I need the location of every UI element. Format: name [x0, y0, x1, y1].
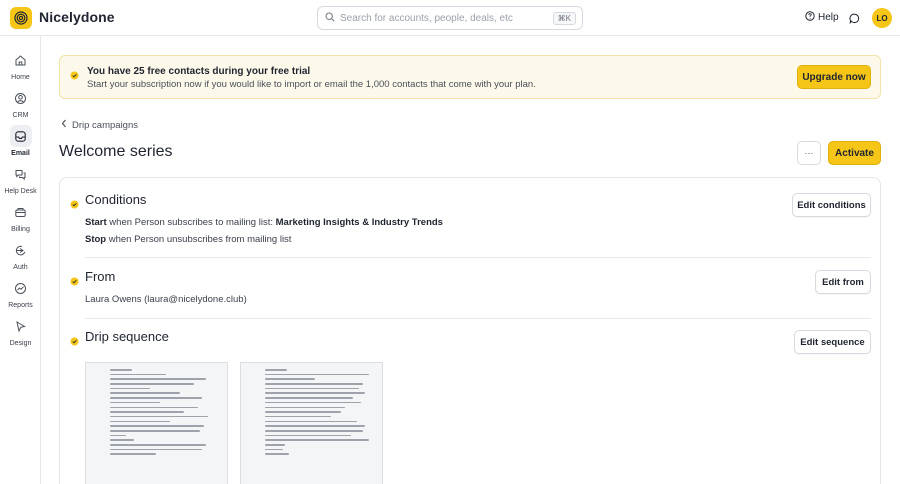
- avatar[interactable]: LO: [872, 8, 892, 28]
- upgrade-now-button[interactable]: Upgrade now: [797, 65, 871, 89]
- sidebar-item-reports[interactable]: Reports: [0, 277, 41, 309]
- search-shortcut-badge: ⌘K: [552, 12, 576, 25]
- sidebar-item-label: Design: [9, 340, 32, 347]
- banner-subtitle: Start your subscription now if you would…: [87, 79, 536, 90]
- sidebar-item-label: Reports: [8, 302, 33, 309]
- sidebar-item-label: CRM: [12, 112, 29, 119]
- check-circle-icon: [70, 196, 79, 214]
- info-dot-icon: [70, 67, 79, 85]
- activate-button[interactable]: Activate: [828, 141, 881, 165]
- breadcrumb-link[interactable]: Drip campaigns: [72, 120, 138, 131]
- email-preview-text-lines: [86, 363, 227, 455]
- help-desk-icon: [10, 163, 32, 185]
- start-condition-text: when Person subscribes to mailing list:: [106, 217, 276, 228]
- stop-condition-text: when Person unsubscribes from mailing li…: [106, 234, 292, 245]
- sidebar-item-email[interactable]: Email: [0, 125, 41, 157]
- spiral-logo-icon[interactable]: [10, 7, 32, 29]
- sidebar-item-design[interactable]: Design: [0, 315, 41, 347]
- section-divider: [85, 257, 871, 258]
- check-circle-icon: [70, 273, 79, 291]
- mail-icon: [9, 125, 32, 147]
- sidebar-item-label: Email: [11, 150, 30, 157]
- start-keyword: Start: [85, 217, 107, 228]
- help-label: Help: [818, 12, 839, 23]
- sidebar-item-auth[interactable]: Auth: [0, 239, 41, 271]
- sidebar-item-label: Auth: [13, 264, 28, 271]
- sidebar-item-billing[interactable]: Billing: [0, 201, 41, 233]
- from-title: From: [85, 269, 116, 284]
- section-divider: [85, 318, 871, 319]
- top-bar: Nicelydone ⌘K Help LO: [0, 0, 900, 36]
- email-preview-thumbnail[interactable]: [85, 362, 228, 484]
- sidebar-item-home[interactable]: Home: [0, 49, 41, 81]
- mailing-list-name: Marketing Insights & Industry Trends: [275, 217, 443, 228]
- sidebar-item-label: Home: [11, 74, 30, 81]
- crm-icon: [10, 87, 32, 109]
- search-input[interactable]: [340, 12, 550, 24]
- sidebar-item-label: Billing: [11, 226, 30, 233]
- drip-sequence-title: Drip sequence: [85, 329, 169, 344]
- brand-name: Nicelydone: [39, 9, 115, 25]
- billing-icon: [10, 201, 32, 223]
- search-box[interactable]: ⌘K: [317, 6, 583, 30]
- reports-icon: [10, 277, 32, 299]
- stop-condition: Stop when Person unsubscribes from maili…: [85, 234, 291, 245]
- chevron-left-icon: [61, 119, 67, 131]
- edit-sequence-button[interactable]: Edit sequence: [794, 330, 871, 354]
- stop-keyword: Stop: [85, 234, 107, 245]
- design-icon: [10, 315, 32, 337]
- page-title: Welcome series: [59, 143, 173, 160]
- conditions-title: Conditions: [85, 192, 147, 207]
- edit-conditions-button[interactable]: Edit conditions: [792, 193, 871, 217]
- sidebar: Home CRM Email Help Desk Billing Auth Re…: [0, 36, 41, 484]
- edit-from-button[interactable]: Edit from: [815, 270, 871, 294]
- more-options-button[interactable]: ···: [797, 141, 821, 165]
- start-condition: Start when Person subscribes to mailing …: [85, 217, 443, 228]
- auth-icon: [10, 239, 32, 261]
- search-icon: [325, 9, 335, 27]
- banner-title: You have 25 free contacts during your fr…: [87, 66, 311, 77]
- sidebar-item-help-desk[interactable]: Help Desk: [0, 163, 41, 195]
- sidebar-item-label: Help Desk: [4, 188, 37, 195]
- trial-banner: You have 25 free contacts during your fr…: [59, 55, 881, 99]
- sidebar-item-crm[interactable]: CRM: [0, 87, 41, 119]
- help-circle-icon: [805, 11, 815, 24]
- home-icon: [10, 49, 32, 71]
- breadcrumb[interactable]: Drip campaigns: [61, 119, 138, 131]
- email-preview-thumbnail[interactable]: [240, 362, 383, 484]
- chat-bubble-icon[interactable]: [849, 11, 860, 29]
- check-circle-icon: [70, 333, 79, 351]
- sender-address: Laura Owens (laura@nicelydone.club): [85, 294, 247, 305]
- email-preview-text-lines: [241, 363, 382, 455]
- help-button[interactable]: Help: [805, 11, 839, 24]
